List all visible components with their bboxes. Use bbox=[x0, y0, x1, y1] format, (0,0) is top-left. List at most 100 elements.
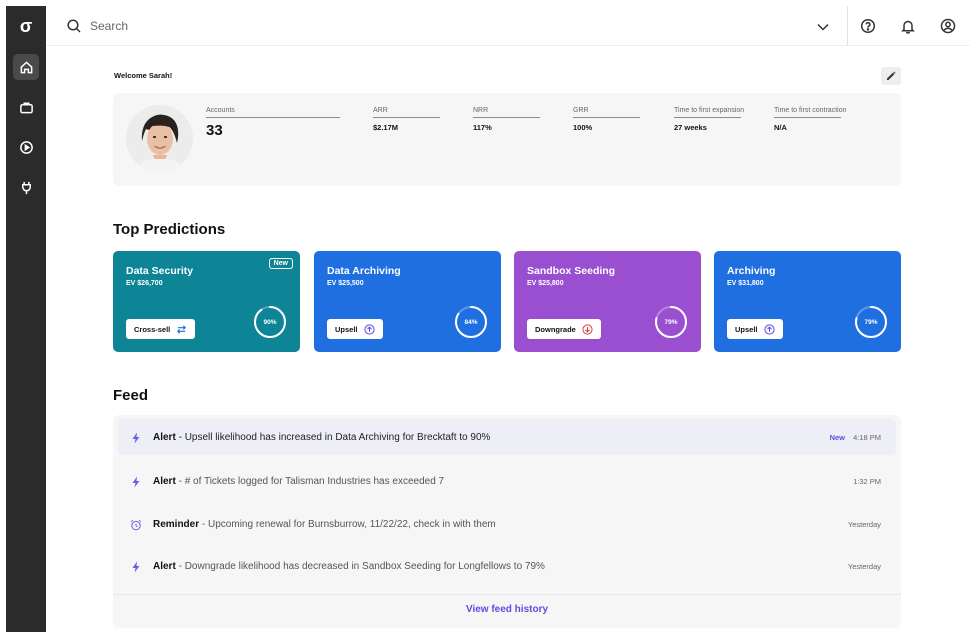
plug-icon bbox=[21, 181, 31, 194]
feed-message: Upsell likelihood has increased in Data … bbox=[184, 431, 491, 443]
view-feed-history-link[interactable]: View feed history bbox=[113, 604, 901, 615]
bell-icon[interactable] bbox=[900, 18, 916, 34]
stat-accounts: Accounts 33 bbox=[206, 107, 340, 139]
briefcase-icon bbox=[19, 102, 33, 113]
search-input[interactable] bbox=[90, 17, 690, 35]
action-label: Upsell bbox=[335, 324, 358, 334]
chevron-down-icon[interactable] bbox=[816, 20, 830, 32]
divider bbox=[113, 594, 901, 595]
feed-text: Alert - # of Tickets logged for Talisman… bbox=[153, 476, 444, 487]
stat-label: Time to first contraction bbox=[774, 107, 847, 118]
stat-label: ARR bbox=[373, 107, 440, 118]
prediction-card[interactable]: Archiving EV $31,800 Upsell 79% bbox=[714, 251, 901, 352]
card-title: Archiving bbox=[727, 265, 776, 277]
feed-kind: Alert bbox=[153, 475, 176, 487]
stat-value: 117% bbox=[473, 123, 492, 132]
section-title-feed: Feed bbox=[113, 387, 149, 404]
action-button[interactable]: Downgrade bbox=[527, 319, 601, 339]
stats-panel: Accounts 33 ARR $2.17M NRR 117% GRR 100%… bbox=[113, 93, 901, 186]
feed-text: Alert - Downgrade likelihood has decreas… bbox=[153, 561, 545, 572]
feed-panel: Alert - Upsell likelihood has increased … bbox=[113, 415, 901, 628]
feed-text: Alert - Upsell likelihood has increased … bbox=[153, 432, 490, 443]
new-tag: New bbox=[829, 432, 845, 442]
feed-item[interactable]: Alert - Downgrade likelihood has decreas… bbox=[118, 548, 896, 584]
nav-accounts[interactable] bbox=[13, 94, 39, 120]
feed-separator: - bbox=[175, 560, 185, 572]
feed-item[interactable]: Alert - Upsell likelihood has increased … bbox=[118, 419, 896, 455]
prediction-card[interactable]: Data Archiving EV $25,500 Upsell 84% bbox=[314, 251, 501, 352]
nav-play[interactable] bbox=[13, 134, 39, 160]
action-button[interactable]: Upsell bbox=[327, 319, 383, 339]
likelihood-percent: 90% bbox=[263, 318, 277, 326]
card-title: Data Security bbox=[126, 265, 194, 277]
new-badge: New bbox=[268, 258, 293, 269]
feed-text: Reminder - Upcoming renewal for Burnsbur… bbox=[153, 519, 496, 530]
arrow-up-circle-icon bbox=[363, 323, 375, 335]
feed-item[interactable]: Reminder - Upcoming renewal for Burnsbur… bbox=[118, 506, 896, 542]
card-ev: EV $25,800 bbox=[527, 280, 564, 287]
likelihood-ring: 79% bbox=[654, 305, 688, 339]
stat-time-first-contraction: Time to first contraction N/A bbox=[774, 107, 847, 132]
nav-integrations[interactable] bbox=[13, 174, 39, 200]
stat-label: GRR bbox=[573, 107, 640, 118]
prediction-card[interactable]: Data Security EV $26,700 New Cross-sell … bbox=[113, 251, 300, 352]
feed-message: Upcoming renewal for Burnsburrow, 11/22/… bbox=[208, 518, 496, 530]
likelihood-percent: 79% bbox=[664, 318, 678, 326]
help-icon[interactable] bbox=[860, 18, 876, 34]
stat-grr: GRR 100% bbox=[573, 107, 640, 132]
feed-separator: - bbox=[175, 475, 185, 487]
feed-item[interactable]: Alert - # of Tickets logged for Talisman… bbox=[118, 463, 896, 499]
stat-label: Time to first expansion bbox=[674, 107, 744, 118]
stat-value: 27 weeks bbox=[674, 123, 707, 132]
likelihood-percent: 79% bbox=[864, 318, 878, 326]
feed-separator: - bbox=[175, 431, 185, 443]
sidebar: σ bbox=[6, 6, 46, 632]
nav-home[interactable] bbox=[13, 54, 39, 80]
card-ev: EV $26,700 bbox=[126, 280, 163, 287]
feed-kind: Alert bbox=[153, 560, 176, 572]
stat-label: Accounts bbox=[206, 107, 340, 118]
action-label: Downgrade bbox=[535, 324, 576, 334]
avatar bbox=[126, 105, 193, 172]
bolt-icon bbox=[130, 431, 142, 444]
feed-kind: Alert bbox=[153, 431, 176, 443]
search-icon bbox=[66, 18, 82, 34]
top-bar bbox=[46, 6, 970, 46]
stat-time-first-expansion: Time to first expansion 27 weeks bbox=[674, 107, 744, 132]
card-title: Sandbox Seeding bbox=[527, 265, 616, 277]
stat-arr: ARR $2.17M bbox=[373, 107, 440, 132]
feed-message: # of Tickets logged for Talisman Industr… bbox=[184, 475, 445, 487]
app-logo[interactable]: σ bbox=[16, 16, 36, 36]
likelihood-ring: 84% bbox=[454, 305, 488, 339]
action-button[interactable]: Upsell bbox=[727, 319, 783, 339]
feed-time: Yesterday bbox=[847, 519, 881, 529]
feed-time: Yesterday bbox=[847, 561, 881, 571]
feed-time: 1:32 PM bbox=[853, 476, 881, 486]
card-title: Data Archiving bbox=[327, 265, 401, 277]
card-ev: EV $31,800 bbox=[727, 280, 764, 287]
stat-value: 100% bbox=[573, 123, 593, 132]
alarm-clock-icon bbox=[130, 518, 142, 531]
bolt-icon bbox=[130, 560, 142, 573]
stat-label: NRR bbox=[473, 107, 540, 118]
arrow-up-circle-icon bbox=[763, 323, 775, 335]
likelihood-ring: 90% bbox=[253, 305, 287, 339]
prediction-card[interactable]: Sandbox Seeding EV $25,800 Downgrade 79% bbox=[514, 251, 701, 352]
play-icon bbox=[19, 140, 33, 154]
action-button[interactable]: Cross-sell bbox=[126, 319, 196, 339]
feed-separator: - bbox=[199, 518, 209, 530]
divider bbox=[847, 6, 848, 46]
stat-value: 33 bbox=[206, 122, 223, 139]
stat-value: N/A bbox=[774, 123, 787, 132]
arrow-down-circle-icon bbox=[582, 323, 593, 335]
home-icon bbox=[20, 60, 32, 73]
bolt-icon bbox=[130, 475, 142, 488]
action-label: Cross-sell bbox=[134, 324, 171, 334]
account-icon[interactable] bbox=[940, 18, 956, 34]
likelihood-ring: 79% bbox=[854, 305, 888, 339]
section-title-predictions: Top Predictions bbox=[113, 221, 226, 238]
welcome-text: Welcome Sarah! bbox=[114, 71, 173, 80]
feed-message: Downgrade likelihood has decreased in Sa… bbox=[184, 560, 545, 572]
edit-button[interactable] bbox=[881, 67, 901, 85]
feed-kind: Reminder bbox=[153, 518, 200, 530]
